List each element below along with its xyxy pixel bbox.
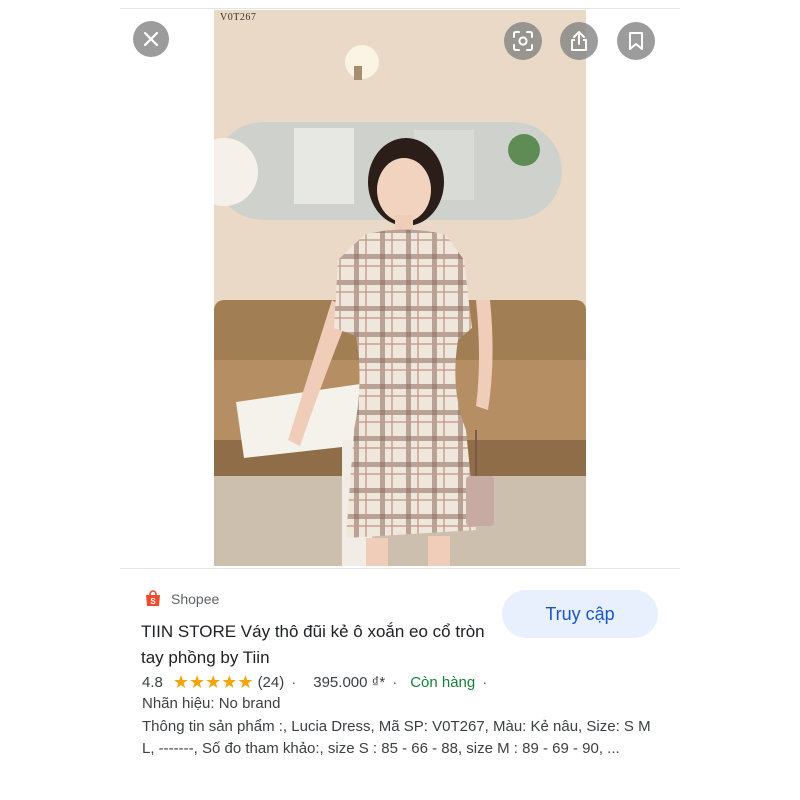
share-icon [571, 31, 587, 51]
star-icon: ★ [221, 672, 238, 692]
separator-dot: · [291, 673, 297, 691]
review-count: (24) [257, 673, 285, 691]
visit-button[interactable]: Truy cập [502, 590, 658, 638]
bookmark-button[interactable] [617, 22, 655, 60]
product-description: Thông tin sản phẩm :, Lucia Dress, Mã SP… [142, 718, 651, 757]
share-button[interactable] [560, 22, 598, 60]
bookmark-icon [629, 32, 643, 50]
photo-scene [214, 10, 586, 566]
separator-dot: · [392, 673, 398, 691]
shopee-bag-icon: S [146, 590, 160, 606]
star-icon: ★ [237, 672, 254, 692]
product-price: 395.000 ₫* [313, 673, 386, 691]
rating-value: 4.8 [142, 673, 163, 691]
svg-text:S: S [150, 597, 156, 606]
lens-icon [513, 31, 533, 51]
star-rating: ★ ★ ★ ★ ★ [173, 673, 254, 691]
source-name: Shopee [171, 590, 220, 607]
lens-button[interactable] [504, 22, 542, 60]
separator-dot: · [482, 673, 488, 691]
close-icon [143, 31, 159, 47]
product-title[interactable]: TIIN STORE Váy thô đũi kẻ ô xoắn eo cổ t… [141, 619, 486, 671]
section-divider [120, 568, 680, 569]
close-button[interactable] [133, 21, 169, 57]
stock-status: Còn hàng [410, 673, 476, 691]
top-divider [120, 8, 680, 9]
product-photo[interactable]: V0T267 [214, 10, 586, 566]
product-brand: Nhãn hiệu: No brand [142, 695, 281, 712]
product-meta-row: 4.8 ★ ★ ★ ★ ★ (24) · 395.000 ₫* · Còn hà… [142, 673, 494, 691]
source-row[interactable]: S Shopee [145, 590, 219, 607]
star-icon: ★ [205, 672, 222, 692]
product-code-watermark: V0T267 [220, 12, 257, 23]
star-icon: ★ [172, 672, 189, 692]
star-icon: ★ [189, 672, 206, 692]
